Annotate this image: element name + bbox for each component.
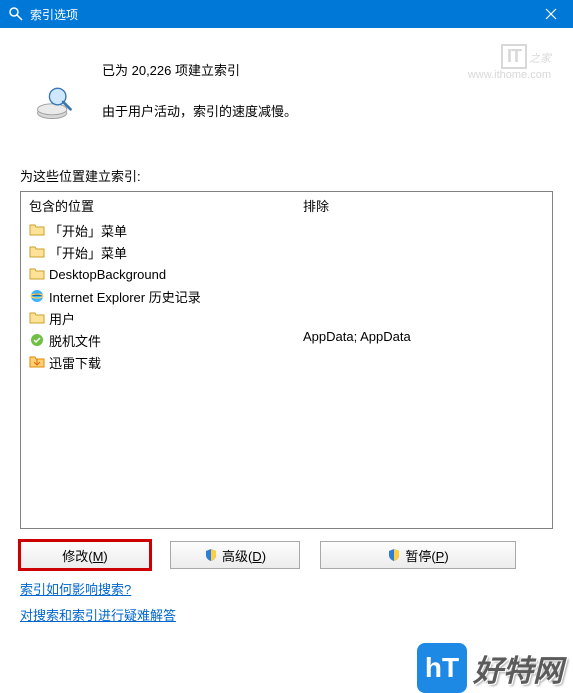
locations-list: 包含的位置 「开始」菜单 「开始」菜单 DesktopBackground In… (20, 191, 553, 529)
status-count: 已为 20,226 项建立索引 (102, 60, 297, 79)
offline-files-icon (29, 332, 45, 348)
status-message: 由于用户活动，索引的速度减慢。 (102, 101, 297, 120)
folder-icon (29, 310, 45, 326)
shield-icon (204, 548, 218, 562)
modify-button[interactable]: 修改(M) (20, 541, 150, 569)
list-item[interactable]: 脱机文件 (29, 329, 287, 351)
exclude-text: AppData; AppData (303, 329, 544, 344)
ie-icon (29, 288, 45, 304)
index-icon (32, 80, 76, 124)
haote-badge-icon: hT (417, 643, 467, 693)
shield-icon (387, 548, 401, 562)
column-included: 包含的位置 (29, 196, 287, 215)
pause-button[interactable]: 暂停(P) (320, 541, 516, 569)
link-how-affects-search[interactable]: 索引如何影响搜索? (20, 579, 131, 598)
list-item[interactable]: 迅雷下载 (29, 351, 287, 373)
folder-icon (29, 244, 45, 260)
close-button[interactable] (529, 0, 573, 28)
dialog-body: 已为 20,226 项建立索引 由于用户活动，索引的速度减慢。 为这些位置建立索… (0, 28, 573, 639)
list-item[interactable]: DesktopBackground (29, 263, 287, 285)
app-icon (8, 6, 24, 22)
link-troubleshoot[interactable]: 对搜索和索引进行疑难解答 (20, 605, 176, 624)
column-exclude: 排除 (303, 196, 544, 215)
list-item[interactable]: 「开始」菜单 (29, 241, 287, 263)
folder-icon (29, 354, 45, 370)
list-item[interactable]: 用户 (29, 307, 287, 329)
folder-icon (29, 266, 45, 282)
locations-label: 为这些位置建立索引: (20, 166, 553, 185)
advanced-button[interactable]: 高级(D) (170, 541, 300, 569)
folder-icon (29, 222, 45, 238)
watermark-ithome: IT之家 www.ithome.com (468, 44, 551, 81)
list-item[interactable]: 「开始」菜单 (29, 219, 287, 241)
window-title: 索引选项 (30, 6, 529, 23)
list-item[interactable]: Internet Explorer 历史记录 (29, 285, 287, 307)
watermark-haote: hT 好特网 (417, 643, 563, 693)
title-bar: 索引选项 (0, 0, 573, 28)
